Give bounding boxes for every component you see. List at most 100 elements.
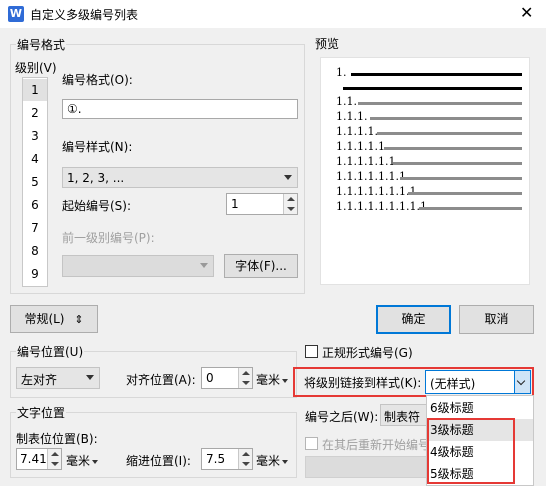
preview-label: 预览 bbox=[314, 35, 341, 52]
level-item[interactable]: 5 bbox=[23, 171, 47, 193]
preview-line bbox=[393, 162, 522, 165]
after-number-select[interactable]: 制表符 bbox=[380, 404, 428, 426]
link-style-select[interactable]: (无样式) bbox=[425, 370, 531, 394]
chevron-down-icon bbox=[86, 375, 94, 380]
format-input[interactable]: ①. bbox=[62, 99, 298, 119]
start-stepper[interactable]: 1 bbox=[226, 193, 298, 215]
expand-toggle-icon: ⇕ bbox=[74, 313, 84, 326]
legal-numbering-checkbox[interactable] bbox=[305, 345, 318, 358]
format-input-value: ①. bbox=[67, 102, 82, 116]
preview-line bbox=[384, 147, 522, 150]
spin-down-icon[interactable] bbox=[287, 207, 295, 211]
spin-buttons[interactable] bbox=[47, 449, 61, 469]
text-position-label: 文字位置 bbox=[16, 404, 67, 421]
style-select-value: 1, 2, 3, ... bbox=[67, 171, 125, 185]
level-item[interactable]: 4 bbox=[23, 148, 47, 170]
preview-line bbox=[343, 87, 522, 90]
align-position-value: 0 bbox=[206, 371, 214, 385]
font-button[interactable]: 字体(F)... bbox=[224, 254, 298, 278]
restart-label: 在其后重新开始编号 bbox=[322, 438, 426, 452]
general-button-label: 常规(L) bbox=[24, 312, 65, 326]
spin-down-icon[interactable] bbox=[51, 462, 59, 466]
preview-row-number: 1.1.1.1.1. bbox=[336, 140, 389, 153]
spin-up-icon[interactable] bbox=[242, 371, 250, 375]
spin-up-icon[interactable] bbox=[287, 197, 295, 201]
preview-line bbox=[400, 177, 522, 180]
window-title: 自定义多级编号列表 bbox=[30, 8, 139, 22]
spin-down-icon[interactable] bbox=[242, 462, 250, 466]
indent-value: 7.5 bbox=[206, 452, 226, 466]
chevron-down-icon bbox=[514, 371, 530, 393]
preview-line bbox=[370, 117, 522, 120]
style-select[interactable]: 1, 2, 3, ... bbox=[62, 167, 298, 188]
start-stepper-value: 1 bbox=[231, 197, 239, 211]
tab-position-stepper[interactable]: 7.41 bbox=[16, 448, 62, 470]
preview-row-number: 1.1.1. bbox=[336, 110, 368, 123]
align-select[interactable]: 左对齐 bbox=[16, 367, 100, 389]
start-label: 起始编号(S): bbox=[62, 199, 132, 213]
level-item[interactable]: 7 bbox=[23, 217, 47, 239]
format-label: 编号格式(O): bbox=[62, 73, 133, 87]
prev-level-select bbox=[62, 255, 214, 277]
tab-unit-select[interactable]: 毫米 bbox=[66, 452, 99, 469]
after-number-value: 制表符 bbox=[384, 410, 421, 424]
restart-level-select bbox=[305, 456, 427, 478]
preview-first-number: 1. bbox=[336, 66, 347, 79]
chevron-down-icon bbox=[284, 174, 292, 180]
link-style-label: 将级别链接到样式(K): bbox=[304, 376, 422, 390]
preview-line bbox=[351, 73, 522, 76]
tab-position-label: 制表位位置(B): bbox=[16, 432, 98, 446]
spin-buttons[interactable] bbox=[238, 449, 252, 469]
restart-checkbox bbox=[305, 437, 318, 450]
preview-line bbox=[358, 102, 522, 105]
align-unit-select[interactable]: 毫米 bbox=[256, 371, 289, 388]
preview-row-number: 1.1.1.1.1.1. bbox=[336, 155, 399, 168]
general-toggle-button[interactable]: 常规(L) ⇕ bbox=[10, 305, 98, 333]
align-unit: 毫米 bbox=[256, 373, 281, 387]
tab-position-value: 7.41 bbox=[20, 452, 47, 466]
numbering-format-group-label: 编号格式 bbox=[16, 36, 67, 53]
chevron-down-icon bbox=[282, 378, 289, 383]
close-icon[interactable]: ✕ bbox=[520, 4, 533, 22]
chevron-down-icon bbox=[92, 459, 99, 464]
indent-unit-select[interactable]: 毫米 bbox=[256, 452, 289, 469]
level-list[interactable]: 1 2 3 4 5 6 7 8 9 bbox=[22, 77, 48, 287]
preview-row-number: 1.1. bbox=[336, 95, 357, 108]
align-select-value: 左对齐 bbox=[21, 373, 58, 387]
preview-row-number: 1.1.1.1. bbox=[336, 125, 378, 138]
preview-line bbox=[408, 192, 522, 195]
preview-line bbox=[419, 207, 522, 210]
spin-down-icon[interactable] bbox=[242, 381, 250, 385]
app-icon: W bbox=[8, 6, 24, 22]
align-position-label: 对齐位置(A): bbox=[126, 373, 196, 387]
cancel-button[interactable]: 取消 bbox=[459, 305, 534, 334]
level-item[interactable]: 1 bbox=[23, 79, 47, 101]
level-item[interactable]: 3 bbox=[23, 125, 47, 147]
ok-button[interactable]: 确定 bbox=[376, 305, 451, 334]
level-item[interactable]: 2 bbox=[23, 102, 47, 124]
preview-row-number: 1.1.1.1.1.1.1.1.1. bbox=[336, 200, 431, 213]
preview-row-number: 1.1.1.1.1.1.1. bbox=[336, 170, 410, 183]
chevron-down-icon bbox=[282, 459, 289, 464]
prev-level-label: 前一级别编号(P): bbox=[62, 231, 155, 245]
level-item[interactable]: 6 bbox=[23, 194, 47, 216]
level-item[interactable]: 9 bbox=[23, 263, 47, 285]
tab-unit: 毫米 bbox=[66, 454, 91, 468]
legal-numbering-label: 正规形式编号(G) bbox=[322, 346, 413, 360]
dropdown-option[interactable]: 6级标题 bbox=[427, 397, 533, 419]
level-item[interactable]: 8 bbox=[23, 240, 47, 262]
spin-buttons[interactable] bbox=[238, 368, 252, 388]
indent-label: 缩进位置(I): bbox=[126, 454, 191, 468]
dropdown-options-highlight bbox=[427, 418, 515, 484]
spin-buttons[interactable] bbox=[283, 194, 297, 214]
spin-up-icon[interactable] bbox=[242, 452, 250, 456]
indent-unit: 毫米 bbox=[256, 454, 281, 468]
after-number-label: 编号之后(W): bbox=[305, 410, 379, 424]
preview-line bbox=[377, 132, 522, 135]
preview-pane: 1. 1.1. 1.1.1. 1.1.1.1. 1.1.1.1.1. 1.1.1… bbox=[320, 57, 530, 285]
indent-stepper[interactable]: 7.5 bbox=[201, 448, 253, 470]
number-position-label: 编号位置(U) bbox=[16, 343, 85, 360]
level-label: 级别(V) bbox=[15, 61, 57, 75]
spin-up-icon[interactable] bbox=[51, 452, 59, 456]
align-position-stepper[interactable]: 0 bbox=[201, 367, 253, 389]
